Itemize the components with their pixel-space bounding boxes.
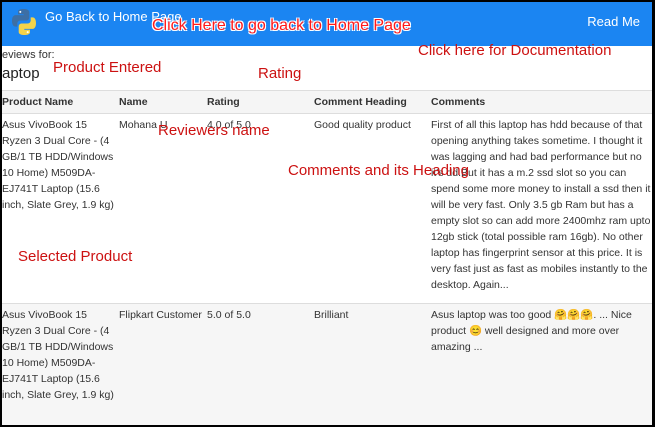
annotation-product-entered: Product Entered — [53, 59, 162, 76]
table-header-row: Product Name Name Rating Comment Heading… — [2, 90, 652, 114]
python-logo-icon[interactable] — [9, 7, 39, 37]
search-query: aptop — [2, 65, 40, 82]
cell-comment: Asus laptop was too good 🤗🤗🤗. ... Nice p… — [429, 303, 652, 425]
annotation-docs: Click here for Documentation — [418, 42, 612, 59]
reviews-for-label: eviews for: — [2, 49, 55, 61]
cell-heading: Brilliant — [312, 303, 429, 425]
annotation-reviewers: Reviewers name — [158, 122, 270, 139]
cell-product: Asus VivoBook 15 Ryzen 3 Dual Core - (4 … — [2, 113, 117, 304]
header-name: Name — [117, 90, 205, 114]
cell-product: Asus VivoBook 15 Ryzen 3 Dual Core - (4 … — [2, 303, 117, 425]
page: Go Back to Home Page Read Me eviews for:… — [2, 2, 652, 425]
annotation-rating: Rating — [258, 65, 302, 82]
table-row: Asus VivoBook 15 Ryzen 3 Dual Core - (4 … — [2, 113, 652, 304]
cell-rating: 5.0 of 5.0 — [205, 303, 312, 425]
cell-comment: First of all this laptop has hdd because… — [429, 113, 652, 304]
screenshot-frame: Go Back to Home Page Read Me eviews for:… — [0, 0, 655, 427]
cell-name: Mohana U — [117, 113, 205, 304]
annotation-comments: Comments and its Heading — [288, 162, 469, 179]
header-rating: Rating — [205, 90, 312, 114]
cell-name: Flipkart Customer — [117, 303, 205, 425]
header-comments: Comments — [429, 90, 652, 114]
cell-rating: 4.0 of 5.0 — [205, 113, 312, 304]
header-comment-heading: Comment Heading — [312, 90, 429, 114]
table-row: Asus VivoBook 15 Ryzen 3 Dual Core - (4 … — [2, 303, 652, 425]
annotation-selected: Selected Product — [18, 248, 133, 265]
readme-link[interactable]: Read Me — [587, 14, 640, 29]
cell-heading: Good quality product — [312, 113, 429, 304]
header-product-name: Product Name — [2, 90, 117, 114]
annotation-home: Click Here to go back to Home Page — [152, 17, 411, 34]
